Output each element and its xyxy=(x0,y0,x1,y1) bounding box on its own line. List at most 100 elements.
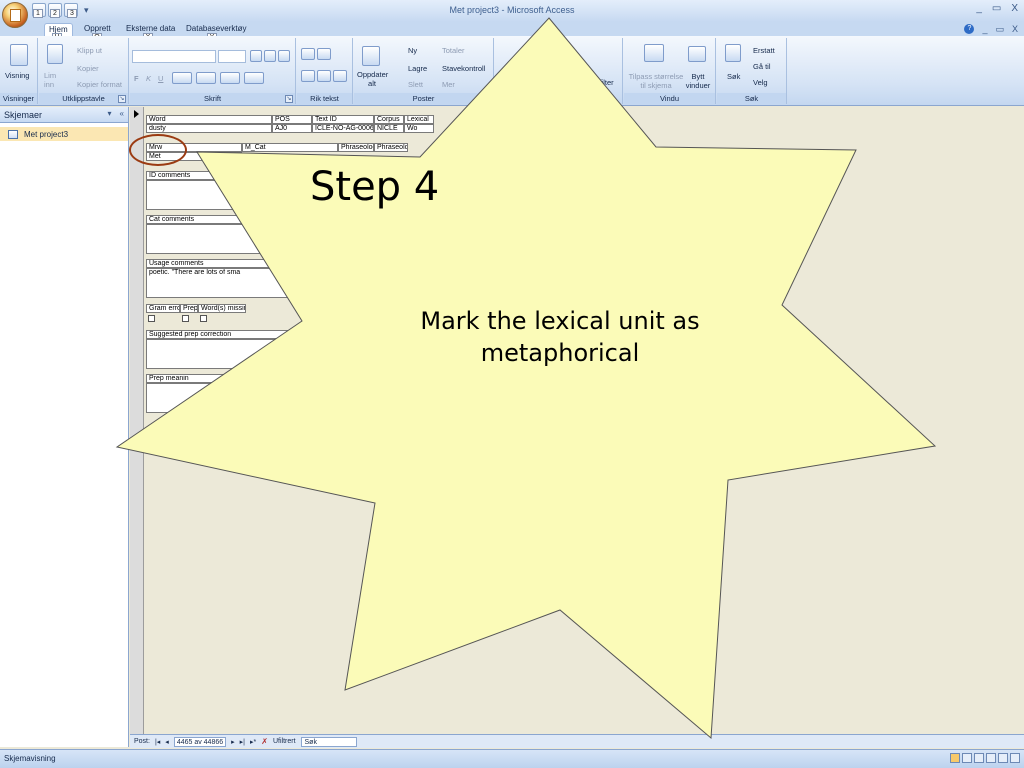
delete-record-button[interactable]: Slett xyxy=(408,80,423,89)
font-color-icon[interactable] xyxy=(172,72,192,84)
underline-button[interactable]: U xyxy=(158,74,163,83)
first-record-icon[interactable]: |◂ xyxy=(155,738,160,746)
doc-restore-button[interactable]: ▭ xyxy=(995,24,1004,35)
group-label-skrift: Skrift xyxy=(130,93,295,104)
usage-comments-value: poetic. "There are lots of sma xyxy=(147,269,443,278)
label-prep: Prep xyxy=(180,304,198,313)
numbering-icon[interactable] xyxy=(317,70,331,82)
filter-icon[interactable]: ✗ xyxy=(261,737,268,746)
field-corpus[interactable]: NICLE xyxy=(374,124,404,133)
filter-status[interactable]: Ufiltrert xyxy=(273,738,296,745)
spelling-button[interactable]: Stavekontroll xyxy=(442,64,485,73)
highlight-circle xyxy=(129,134,187,166)
selection-button[interactable]: Velg xyxy=(561,46,576,55)
nav-item-label: Met project3 xyxy=(24,129,69,139)
group-label-poster: Poster xyxy=(354,93,493,104)
fill-color-icon[interactable] xyxy=(196,72,216,84)
design-view-icon[interactable] xyxy=(986,753,996,763)
paste-label[interactable]: Lim inn xyxy=(44,71,66,89)
toggle-filter-button[interactable]: ver filter xyxy=(587,78,614,87)
goto-button[interactable]: Gå til xyxy=(753,62,771,71)
checkbox-gram-error[interactable] xyxy=(148,315,155,322)
record-selector[interactable] xyxy=(130,107,144,734)
bold-button[interactable]: F xyxy=(134,74,139,83)
new-record-icon[interactable]: ▸* xyxy=(250,738,256,746)
switch-windows-button[interactable]: Bytt vinduer xyxy=(684,72,712,90)
form-icon xyxy=(8,129,18,139)
paste-icon[interactable] xyxy=(47,44,63,64)
minimize-button[interactable]: _ xyxy=(976,3,982,14)
select-button[interactable]: Velg xyxy=(753,78,768,87)
pivot-chart-view-icon[interactable] xyxy=(1010,753,1020,763)
refresh-all-icon[interactable] xyxy=(362,46,380,66)
field-prep-meaning[interactable] xyxy=(146,383,446,413)
font-size-combo[interactable] xyxy=(218,50,246,63)
field-lexical[interactable]: Wo xyxy=(404,124,434,133)
cut-button[interactable]: Klipp ut xyxy=(77,46,102,55)
last-record-icon[interactable]: ▸| xyxy=(240,738,245,746)
copy-button[interactable]: Kopier xyxy=(77,64,99,73)
field-word[interactable]: dusty xyxy=(146,124,272,133)
save-record-button[interactable]: Lagre xyxy=(408,64,427,73)
restore-button[interactable]: ▭ xyxy=(992,3,1001,14)
field-pos[interactable]: AJ0 xyxy=(272,124,312,133)
checkbox-words-missing[interactable] xyxy=(200,315,207,322)
label-pos: POS xyxy=(272,115,312,124)
doc-minimize-button[interactable]: _ xyxy=(982,24,987,35)
qat-keytip-3: 3 xyxy=(67,9,77,18)
pivot-view-icon[interactable] xyxy=(998,753,1008,763)
fit-to-form-button[interactable]: Tilpass størrelse til skjema xyxy=(628,72,684,90)
refresh-all-button[interactable]: Oppdater alt xyxy=(357,70,388,88)
chevron-down-icon[interactable]: ▾ xyxy=(108,109,112,118)
bullets-icon[interactable] xyxy=(301,70,315,82)
align-right-icon[interactable] xyxy=(278,50,290,62)
record-navigation-bar: Post: |◂ ◂ 4465 av 44866 ▸ ▸| ▸* ✗ Ufilt… xyxy=(130,734,1024,748)
ribbon-tabs: Hjem Opprett Eksterne data Databaseverkt… xyxy=(0,22,1024,36)
current-record-field[interactable]: 4465 av 44866 xyxy=(173,736,227,747)
doc-close-button[interactable]: X xyxy=(1012,24,1018,35)
more-button[interactable]: Mer xyxy=(442,80,455,89)
find-icon[interactable] xyxy=(725,44,741,62)
prev-record-icon[interactable]: ◂ xyxy=(165,738,169,746)
nav-item-met-project3[interactable]: Met project3 xyxy=(0,127,128,141)
datasheet-view-icon[interactable] xyxy=(962,753,972,763)
layout-view-icon[interactable] xyxy=(974,753,984,763)
outdent-icon[interactable] xyxy=(317,48,331,60)
gridlines-icon[interactable] xyxy=(220,72,240,84)
group-label-vindu: Vindu xyxy=(624,93,715,104)
close-button[interactable]: X xyxy=(1011,3,1018,14)
field-cat-comments[interactable] xyxy=(146,224,446,254)
label-usage-comments: Usage comments xyxy=(146,259,446,268)
label-m-cat: M_Cat xyxy=(242,143,338,152)
collapse-pane-icon[interactable]: « xyxy=(120,109,124,118)
highlight-icon[interactable] xyxy=(333,70,347,82)
nav-pane-header[interactable]: Skjemaer ▾ « xyxy=(0,107,128,123)
alternate-fill-icon[interactable] xyxy=(244,72,264,84)
align-left-icon[interactable] xyxy=(250,50,262,62)
record-search-input[interactable]: Søk xyxy=(300,736,357,747)
format-painter-button[interactable]: Kopier format xyxy=(77,80,122,89)
new-record-button[interactable]: Ny xyxy=(408,46,417,55)
replace-button[interactable]: Erstatt xyxy=(753,46,775,55)
find-button[interactable]: Søk xyxy=(727,72,740,81)
help-icon[interactable]: ? xyxy=(964,24,975,34)
indent-icon[interactable] xyxy=(301,48,315,60)
fit-to-form-icon[interactable] xyxy=(644,44,664,62)
checkbox-prep[interactable] xyxy=(182,315,189,322)
next-record-icon[interactable]: ▸ xyxy=(231,738,235,746)
font-launcher-icon[interactable]: ↘ xyxy=(285,95,293,103)
align-center-icon[interactable] xyxy=(264,50,276,62)
italic-button[interactable]: K xyxy=(146,74,151,83)
form-view-icon[interactable] xyxy=(950,753,960,763)
step-description: Mark the lexical unit as metaphorical xyxy=(420,307,700,367)
clipboard-launcher-icon[interactable]: ↘ xyxy=(118,95,126,103)
view-icon[interactable] xyxy=(10,44,28,66)
switch-windows-icon[interactable] xyxy=(688,46,706,62)
current-record-icon xyxy=(134,110,139,118)
view-button-label[interactable]: Visning xyxy=(5,71,29,80)
ribbon: Visning Visninger Lim inn Klipp ut Kopie… xyxy=(0,36,1024,106)
field-text-id[interactable]: ICLE-NO-AG-0006.1 xyxy=(312,124,374,133)
font-name-combo[interactable] xyxy=(132,50,216,63)
office-button[interactable] xyxy=(2,2,28,28)
totals-button[interactable]: Totaler xyxy=(442,46,465,55)
